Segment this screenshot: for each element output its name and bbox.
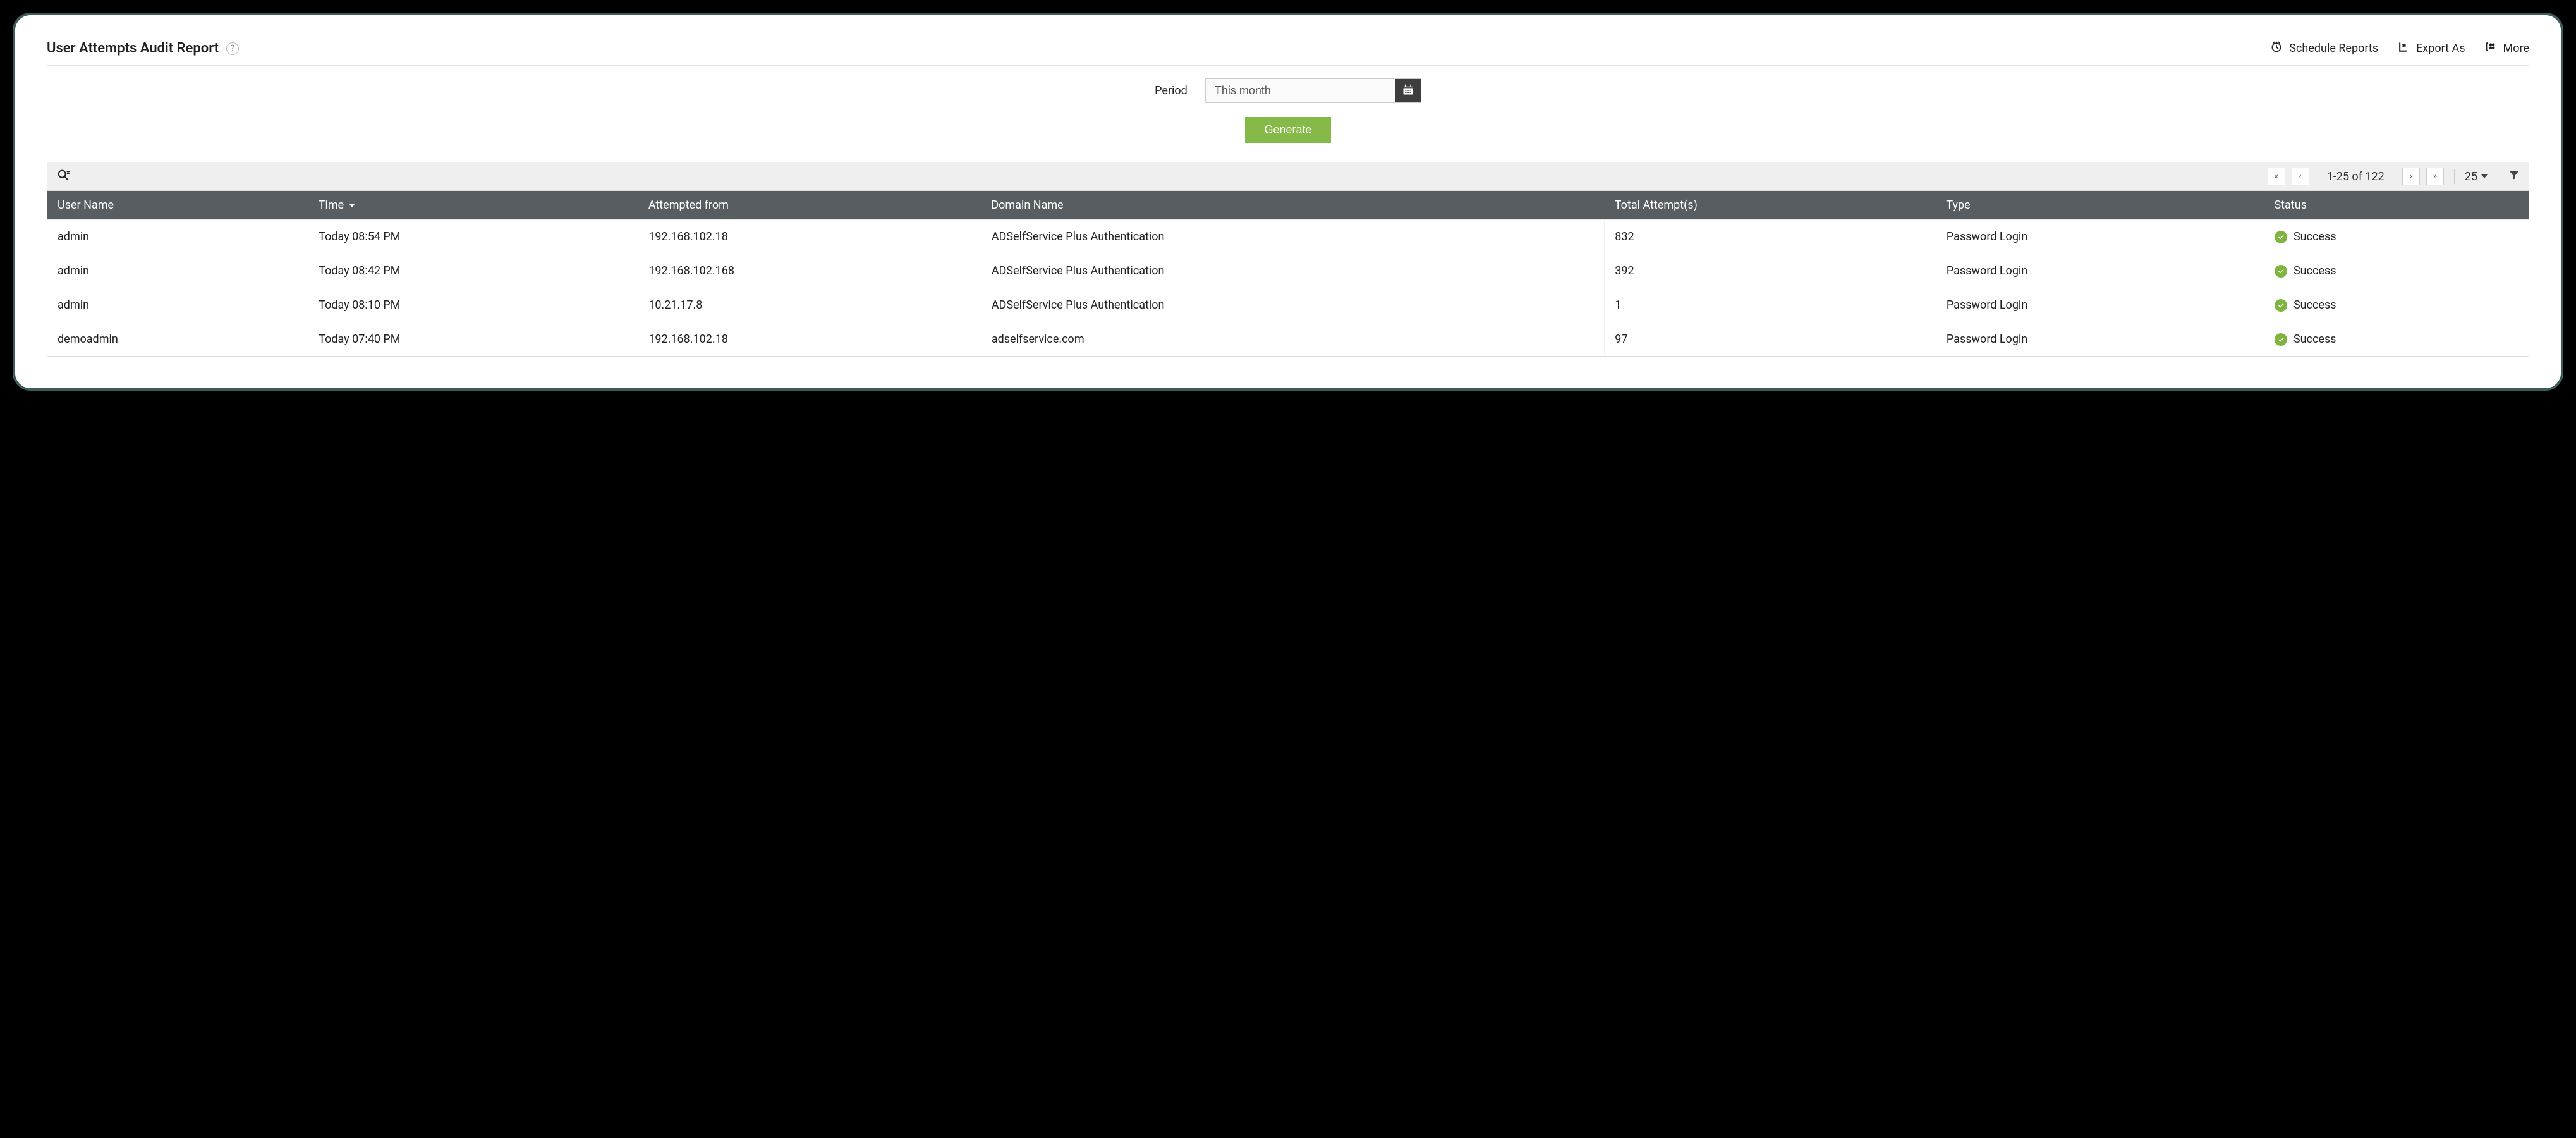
filter-section: Period Generate (47, 78, 2529, 143)
success-check-icon (2275, 265, 2287, 278)
col-total-attempts[interactable]: Total Attempt(s) (1605, 191, 1936, 220)
more-button[interactable]: More (2484, 40, 2529, 56)
results-table: User Name Time Attempted from Domain Nam… (47, 191, 2529, 356)
period-input-group (1205, 78, 1421, 103)
col-domain-name[interactable]: Domain Name (981, 191, 1604, 220)
col-user-name[interactable]: User Name (47, 191, 308, 220)
cell-attempted-from: 192.168.102.168 (638, 254, 981, 288)
cell-domain-name: ADSelfService Plus Authentication (981, 288, 1604, 322)
table-row: adminToday 08:42 PM192.168.102.168ADSelf… (47, 254, 2529, 288)
cell-type: Password Login (1936, 288, 2264, 322)
cell-total-attempts: 832 (1605, 220, 1936, 254)
success-check-icon (2275, 231, 2287, 243)
cell-status: Success (2264, 220, 2529, 254)
calendar-button[interactable] (1395, 79, 1421, 102)
page-title: User Attempts Audit Report (47, 40, 219, 56)
success-check-icon (2275, 333, 2287, 346)
export-as-label: Export As (2416, 42, 2465, 55)
calendar-icon (1402, 83, 1414, 99)
prev-page-button[interactable]: ‹ (2292, 168, 2309, 185)
schedule-reports-button[interactable]: Schedule Reports (2270, 40, 2378, 56)
cell-total-attempts: 392 (1605, 254, 1936, 288)
cell-domain-name: adselfservice.com (981, 322, 1604, 357)
page-range-text: 1-25 of 122 (2327, 170, 2385, 183)
header-toolbar: Schedule Reports Export As More (2270, 40, 2529, 56)
page-size-value: 25 (2465, 170, 2477, 183)
column-filter-button[interactable] (2508, 169, 2520, 183)
cell-domain-name: ADSelfService Plus Authentication (981, 220, 1604, 254)
period-label: Period (1155, 84, 1188, 97)
report-window: User Attempts Audit Report ? Schedule Re… (13, 13, 2563, 391)
cell-status: Success (2264, 322, 2529, 357)
table-header-row: User Name Time Attempted from Domain Nam… (47, 191, 2529, 220)
chevron-double-left-icon: « (2274, 171, 2278, 181)
cell-user-name: demoadmin (47, 322, 308, 357)
chevron-left-icon: ‹ (2299, 171, 2302, 181)
cell-status: Success (2264, 254, 2529, 288)
page-size-select[interactable]: 25 (2465, 170, 2488, 183)
export-icon (2397, 40, 2410, 56)
cell-time: Today 08:54 PM (308, 220, 638, 254)
export-as-button[interactable]: Export As (2397, 40, 2465, 56)
status-text: Success (2293, 264, 2336, 278)
pagination: « ‹ 1-25 of 122 › » 25 (2268, 168, 2520, 185)
period-row: Period (1155, 78, 1421, 103)
cell-attempted-from: 10.21.17.8 (638, 288, 981, 322)
last-page-button[interactable]: » (2426, 168, 2444, 185)
period-input[interactable] (1206, 79, 1395, 102)
cell-type: Password Login (1936, 254, 2264, 288)
generate-button[interactable]: Generate (1245, 117, 1330, 143)
table-toolbar: « ‹ 1-25 of 122 › » 25 (47, 162, 2529, 191)
col-attempted-from[interactable]: Attempted from (638, 191, 981, 220)
cell-attempted-from: 192.168.102.18 (638, 322, 981, 357)
chevron-right-icon: › (2410, 171, 2412, 181)
more-label: More (2503, 42, 2529, 55)
next-page-button[interactable]: › (2402, 168, 2420, 185)
cell-time: Today 08:42 PM (308, 254, 638, 288)
cell-status: Success (2264, 288, 2529, 322)
status-text: Success (2293, 298, 2336, 312)
table-row: demoadminToday 07:40 PM192.168.102.18ads… (47, 322, 2529, 357)
cell-domain-name: ADSelfService Plus Authentication (981, 254, 1604, 288)
cell-type: Password Login (1936, 322, 2264, 357)
search-icon (56, 168, 70, 185)
search-toggle[interactable] (56, 168, 70, 185)
cell-time: Today 08:10 PM (308, 288, 638, 322)
table-row: adminToday 08:54 PM192.168.102.18ADSelfS… (47, 220, 2529, 254)
status-text: Success (2293, 230, 2336, 243)
sort-desc-icon (349, 204, 355, 207)
report-header: User Attempts Audit Report ? Schedule Re… (47, 40, 2529, 66)
schedule-reports-label: Schedule Reports (2289, 42, 2378, 55)
results-table-container: « ‹ 1-25 of 122 › » 25 (47, 162, 2529, 357)
cell-total-attempts: 97 (1605, 322, 1936, 357)
funnel-icon (2508, 169, 2520, 183)
table-row: adminToday 08:10 PM10.21.17.8ADSelfServi… (47, 288, 2529, 322)
cell-time: Today 07:40 PM (308, 322, 638, 357)
more-icon (2484, 40, 2497, 56)
cell-type: Password Login (1936, 220, 2264, 254)
help-icon[interactable]: ? (226, 42, 239, 55)
cell-user-name: admin (47, 254, 308, 288)
cell-user-name: admin (47, 288, 308, 322)
success-check-icon (2275, 299, 2287, 312)
cell-user-name: admin (47, 220, 308, 254)
separator (2454, 169, 2455, 184)
cell-attempted-from: 192.168.102.18 (638, 220, 981, 254)
chevron-double-right-icon: » (2433, 171, 2437, 181)
clock-icon (2270, 40, 2283, 56)
caret-down-icon (2481, 174, 2488, 178)
cell-total-attempts: 1 (1605, 288, 1936, 322)
col-type[interactable]: Type (1936, 191, 2264, 220)
first-page-button[interactable]: « (2268, 168, 2285, 185)
status-text: Success (2293, 333, 2336, 346)
col-time[interactable]: Time (308, 191, 638, 220)
col-status[interactable]: Status (2264, 191, 2529, 220)
